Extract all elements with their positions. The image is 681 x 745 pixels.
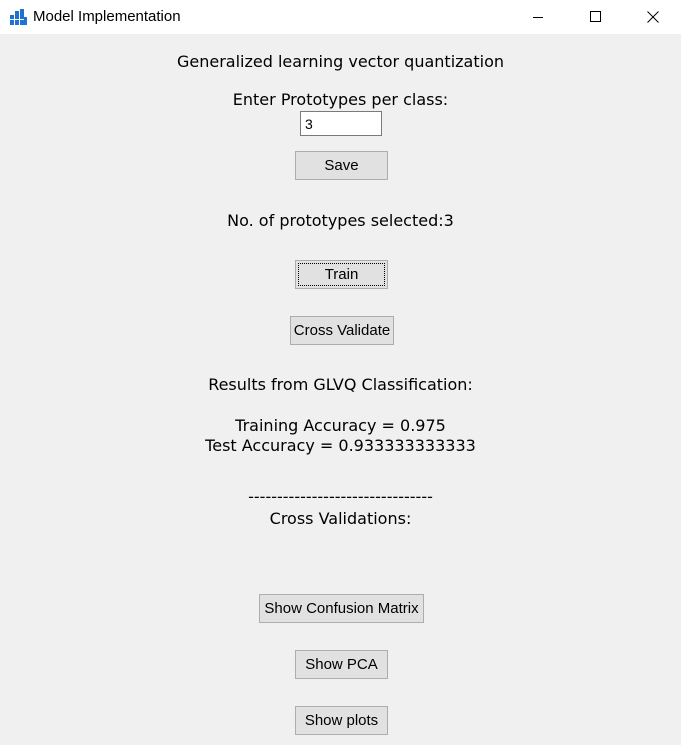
cross-validate-button[interactable]: Cross Validate bbox=[290, 316, 394, 345]
show-plots-button[interactable]: Show plots bbox=[295, 706, 388, 735]
save-button[interactable]: Save bbox=[295, 151, 388, 180]
cross-validations-label: Cross Validations: bbox=[269, 509, 412, 528]
prototypes-selected-label: No. of prototypes selected:3 bbox=[227, 211, 454, 230]
close-icon bbox=[647, 11, 659, 23]
window-title: Model Implementation bbox=[33, 8, 181, 25]
app-window: Model Implementation Generalized learnin… bbox=[0, 0, 681, 745]
title-bar[interactable]: Model Implementation bbox=[0, 0, 681, 34]
close-button[interactable] bbox=[625, 0, 681, 34]
show-confusion-matrix-button[interactable]: Show Confusion Matrix bbox=[259, 594, 424, 623]
maximize-button[interactable] bbox=[567, 0, 625, 34]
prototypes-prompt-label: Enter Prototypes per class: bbox=[232, 90, 449, 109]
minimize-icon bbox=[533, 17, 543, 18]
page-title: Generalized learning vector quantization bbox=[177, 52, 504, 71]
training-accuracy-label: Training Accuracy = 0.975 bbox=[235, 416, 446, 435]
results-separator: -------------------------------- bbox=[248, 487, 433, 506]
show-pca-button[interactable]: Show PCA bbox=[295, 650, 388, 679]
maximize-icon bbox=[590, 11, 601, 22]
prototypes-per-class-input[interactable] bbox=[300, 111, 382, 136]
test-accuracy-label: Test Accuracy = 0.933333333333 bbox=[205, 436, 476, 455]
results-title: Results from GLVQ Classification: bbox=[208, 375, 473, 394]
train-button[interactable]: Train bbox=[295, 260, 388, 289]
app-icon bbox=[10, 9, 27, 25]
minimize-button[interactable] bbox=[509, 0, 567, 34]
